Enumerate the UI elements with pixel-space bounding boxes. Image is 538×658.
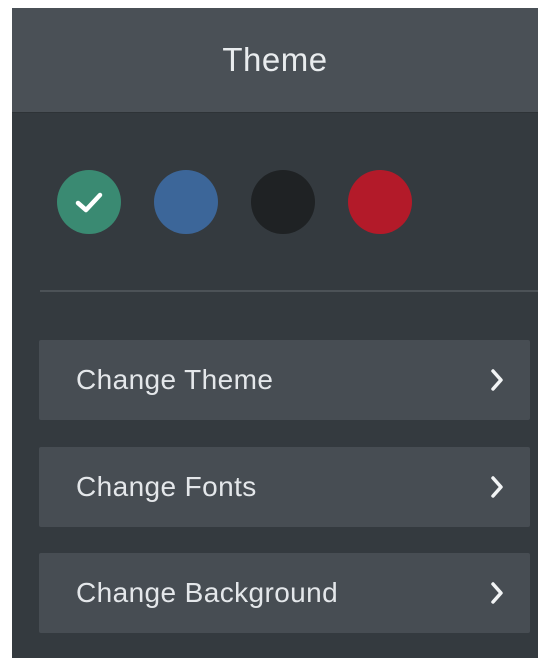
change-background-button[interactable]: Change Background (39, 553, 530, 633)
swatch-green[interactable] (57, 170, 121, 234)
panel-title: Theme (222, 41, 328, 78)
change-fonts-label: Change Fonts (76, 471, 257, 502)
panel-header: Theme (12, 8, 538, 113)
swatch-black[interactable] (251, 170, 315, 234)
change-fonts-button[interactable]: Change Fonts (39, 447, 530, 527)
swatch-blue[interactable] (154, 170, 218, 234)
color-swatches (57, 170, 445, 234)
change-theme-button[interactable]: Change Theme (39, 340, 530, 420)
chevron-right-icon (490, 368, 504, 392)
checkmark-icon (75, 192, 103, 213)
divider (40, 290, 538, 292)
chevron-right-icon (490, 475, 504, 499)
change-background-label: Change Background (76, 577, 339, 608)
chevron-right-icon (490, 581, 504, 605)
swatch-red[interactable] (348, 170, 412, 234)
theme-panel: Theme Change Theme Change Fonts Change B… (12, 8, 538, 658)
change-theme-label: Change Theme (76, 364, 274, 395)
